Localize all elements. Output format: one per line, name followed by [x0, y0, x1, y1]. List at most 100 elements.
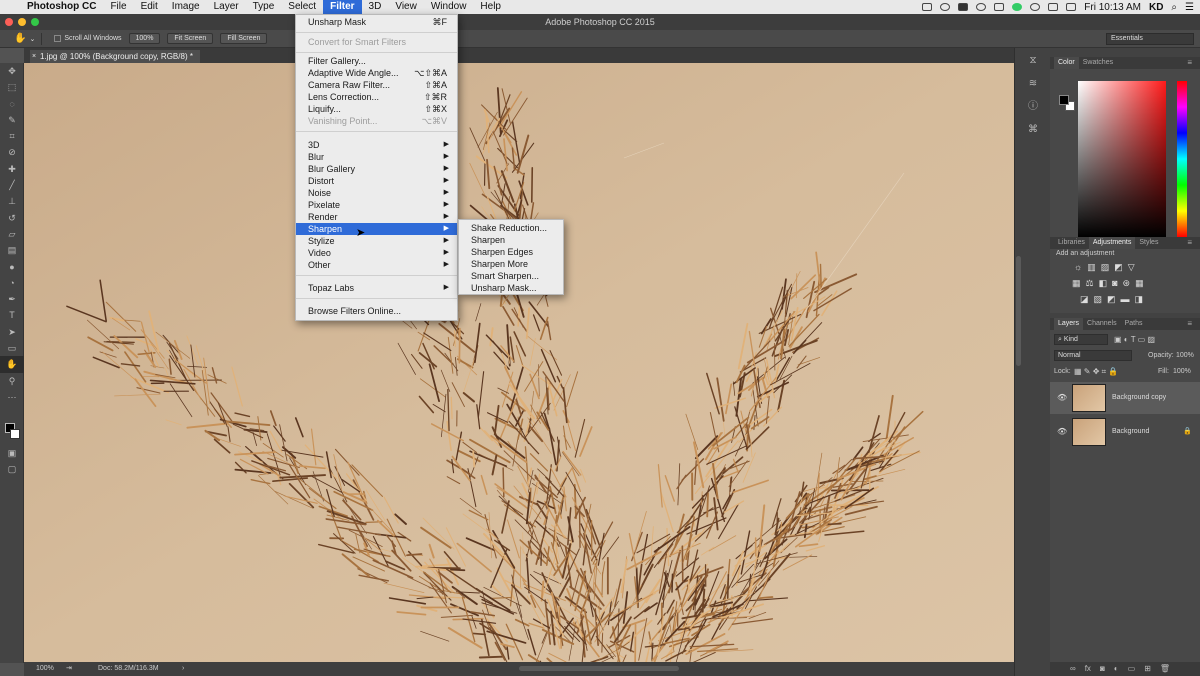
creative-cloud-icon[interactable] [958, 3, 969, 11]
link-layers-icon[interactable]: ∞ [1070, 662, 1076, 676]
menu-app[interactable]: Photoshop CC [20, 0, 103, 14]
menu-edit[interactable]: Edit [134, 0, 165, 14]
menu-file[interactable]: File [103, 0, 133, 14]
menu-item-sharpen-edges[interactable]: Sharpen Edges [459, 246, 563, 258]
curves-icon[interactable]: ▨ [1101, 262, 1110, 273]
menu-item-sharpen[interactable]: Sharpen ▶ [296, 223, 457, 235]
exposure-icon[interactable]: ◩ [1114, 262, 1123, 273]
tab-paths[interactable]: Paths [1121, 318, 1147, 330]
adjustments-panel-menu-icon[interactable]: ≡ [1183, 237, 1196, 249]
eyedropper-tool-icon[interactable]: ⊘ [0, 144, 24, 160]
kind-filter-select[interactable]: ⌕ Kind [1054, 334, 1108, 345]
menu-image[interactable]: Image [165, 0, 207, 14]
export-icon[interactable]: ⇥ [66, 662, 72, 676]
horizontal-scrollbar[interactable] [519, 666, 679, 671]
menu-item-video[interactable]: Video ▶ [296, 247, 457, 259]
layer-style-icon[interactable]: fx [1085, 662, 1091, 676]
history-brush-tool-icon[interactable]: ↺ [0, 210, 24, 226]
threshold-icon[interactable]: ◩ [1107, 294, 1116, 305]
hand-tool-icon[interactable]: ✋ [0, 356, 24, 373]
vibrance-icon[interactable]: ▽ [1128, 262, 1135, 273]
new-layer-icon[interactable]: ⊞ [1144, 662, 1151, 676]
menu-item-camera-raw[interactable]: Camera Raw Filter... ⇧⌘A [296, 79, 457, 91]
visibility-eye-icon[interactable]: 👁 [1057, 416, 1067, 448]
color-panel-menu-icon[interactable]: ≡ [1183, 57, 1196, 69]
invert-icon[interactable]: ◪ [1080, 294, 1089, 305]
vertical-scrollbar[interactable] [1016, 256, 1021, 366]
channel-mixer-icon[interactable]: ⊛ [1123, 278, 1131, 289]
foreground-color-chip[interactable] [1059, 95, 1069, 105]
delete-layer-icon[interactable]: 🗑 [1160, 662, 1170, 676]
new-adjustment-layer-icon[interactable]: ◐ [1114, 662, 1119, 676]
volume-icon[interactable] [1048, 3, 1059, 11]
menu-type[interactable]: Type [246, 0, 282, 14]
marquee-tool-icon[interactable]: ⬚ [0, 79, 24, 95]
document-canvas[interactable] [24, 63, 1014, 663]
menu-view[interactable]: View [388, 0, 424, 14]
gradient-tool-icon[interactable]: ▤ [0, 242, 24, 258]
menu-item-unsharp-mask[interactable]: Unsharp Mask... [459, 282, 563, 294]
fill-screen-button[interactable]: Fill Screen [220, 33, 268, 44]
menu-layer[interactable]: Layer [207, 0, 246, 14]
menu-item-filter-gallery[interactable]: Filter Gallery... [296, 55, 457, 67]
layers-panel-menu-icon[interactable]: ≡ [1183, 318, 1196, 330]
brightness-icon[interactable]: ☼ [1074, 262, 1082, 273]
close-tab-icon[interactable]: × [32, 50, 36, 63]
stamp-tool-icon[interactable]: ⊥ [0, 193, 24, 209]
quick-mask-icon[interactable]: ▣ [0, 445, 24, 461]
tab-channels[interactable]: Channels [1083, 318, 1121, 330]
fit-screen-button[interactable]: Fit Screen [167, 33, 214, 44]
brush-tool-icon[interactable]: ╱ [0, 177, 24, 193]
levels-icon[interactable]: ▥ [1087, 262, 1096, 273]
quick-select-tool-icon[interactable]: ✎ [0, 112, 24, 128]
status-arrow-icon[interactable]: › [182, 662, 184, 676]
zoom-level[interactable]: 100% [36, 662, 54, 676]
menu-item-3d[interactable]: 3D ▶ [296, 139, 457, 151]
color-field[interactable] [1078, 81, 1166, 237]
dropbox-icon[interactable] [922, 3, 933, 11]
more-tools-icon[interactable]: ⋯ [0, 389, 24, 405]
menu-item-sharpen-more[interactable]: Sharpen More [459, 258, 563, 270]
menu-help[interactable]: Help [473, 0, 508, 14]
eraser-tool-icon[interactable]: ▱ [0, 226, 24, 242]
workspace-select[interactable]: Essentials [1106, 33, 1194, 45]
fill-value[interactable]: 100% [1173, 368, 1191, 375]
photo-filter-icon[interactable]: ◙ [1112, 278, 1117, 289]
menu-item-blur-gallery[interactable]: Blur Gallery ▶ [296, 163, 457, 175]
tab-swatches[interactable]: Swatches [1079, 57, 1117, 69]
tab-libraries[interactable]: Libraries [1054, 237, 1089, 249]
menu-filter[interactable]: Filter [323, 0, 362, 14]
lock-icons[interactable]: ▦ ✎ ✥ ⌗ 🔒 [1074, 367, 1118, 377]
zoom-100-button[interactable]: 100% [128, 33, 161, 44]
type-tool-icon[interactable]: T [0, 307, 24, 323]
menu-3d[interactable]: 3D [362, 0, 389, 14]
clock[interactable]: Fri 10:13 AM [1084, 2, 1141, 13]
menu-item-smart-sharpen[interactable]: Smart Sharpen... [459, 270, 563, 282]
background-color-swatch[interactable] [10, 429, 20, 439]
layer-row-background[interactable]: 👁 Background 🔒 [1050, 416, 1200, 448]
menu-item-topaz-labs[interactable]: Topaz Labs ▶ [296, 282, 457, 294]
posterize-icon[interactable]: ▧ [1094, 294, 1103, 305]
screen-icon[interactable] [994, 3, 1005, 11]
doc-size[interactable]: Doc: 58.2M/116.3M [98, 662, 159, 676]
menu-item-stylize[interactable]: Stylize ▶ [296, 235, 457, 247]
menu-select[interactable]: Select [281, 0, 323, 14]
screen-mode-icon[interactable]: ▢ [0, 461, 24, 477]
shape-tool-icon[interactable]: ▭ [0, 340, 24, 356]
layer-name[interactable]: Background [1112, 416, 1149, 448]
color-lookup-icon[interactable]: ▦ [1135, 278, 1144, 289]
minimize-window-button[interactable] [18, 18, 26, 26]
dodge-tool-icon[interactable]: ◔ [0, 275, 24, 291]
visibility-eye-icon[interactable]: 👁 [1057, 382, 1067, 414]
zoom-tool-icon[interactable]: ⚲ [0, 373, 24, 389]
status-dot-icon[interactable] [1012, 3, 1023, 11]
black-white-icon[interactable]: ◧ [1099, 278, 1108, 289]
crop-tool-icon[interactable]: ⌗ [0, 128, 24, 144]
menu-item-convert-smart-filters[interactable]: Convert for Smart Filters [296, 36, 457, 48]
properties-panel-icon[interactable]: ≋ [1015, 74, 1051, 94]
menu-item-pixelate[interactable]: Pixelate ▶ [296, 199, 457, 211]
menu-item-shake-reduction[interactable]: Shake Reduction... [459, 222, 563, 234]
move-tool-icon[interactable]: ✥ [0, 63, 24, 79]
new-group-icon[interactable]: ▭ [1128, 662, 1136, 676]
hue-saturation-icon[interactable]: ▦ [1072, 278, 1081, 289]
